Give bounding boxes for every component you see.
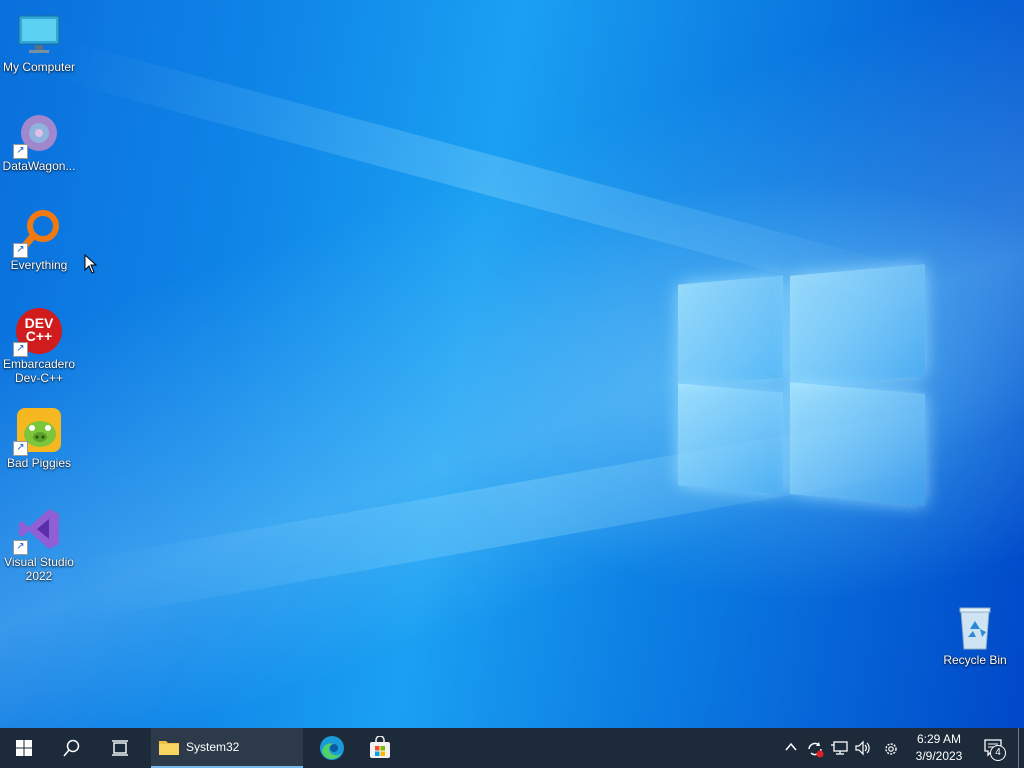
action-center-button[interactable]: 4 [976,728,1012,768]
devcpp-icon-text: DEV C++ [24,315,54,344]
shortcut-arrow-icon: ↗ [13,243,28,258]
show-desktop-button[interactable] [1018,728,1019,768]
monitor-icon [15,10,63,58]
recycle-bin-icon [951,603,999,651]
desktop-icon-label: Visual Studio 2022 [4,555,74,583]
desktop-icon-label: My Computer [2,60,76,74]
desktop-icon-label: Recycle Bin [943,653,1007,667]
desktop-icon-label: DataWagon... [2,159,76,173]
desktop-icon-everything[interactable]: ↗ Everything [0,202,78,272]
windows-start-icon [16,740,32,756]
devcpp-icon: DEV C++ ↗ [13,307,63,357]
shortcut-arrow-icon: ↗ [13,441,28,456]
desktop-icon-label: Embarcadero Dev-C++ [2,357,76,385]
chevron-up-icon [785,742,797,751]
clock-date: 3/9/2023 [915,749,963,763]
wallpaper-windows-logo [678,258,926,510]
shortcut-arrow-icon: ↗ [13,540,28,555]
task-view-button[interactable] [96,728,144,768]
notification-count-badge: 4 [990,745,1006,761]
shortcut-arrow-icon: ↗ [13,342,28,357]
sync-icon [808,742,824,758]
tray-sync-button[interactable] [806,740,824,758]
tray-network-button[interactable] [830,740,848,756]
taskbar-app-store[interactable] [356,728,404,768]
desktop-icon-label: Bad Piggies [6,456,72,470]
search-icon [63,739,80,757]
clock-time: 6:29 AM [916,732,962,746]
desktop-icon-recycle-bin[interactable]: Recycle Bin [936,597,1014,667]
volume-icon [855,740,870,756]
desktop-icon-datawagon[interactable]: ↗ DataWagon... [0,103,78,173]
folder-icon [159,741,179,755]
bad-piggies-icon: ↗ [13,406,63,456]
taskbar-app-edge[interactable] [308,728,356,768]
network-icon [831,741,848,755]
tray-clock[interactable]: 6:29 AM 3/9/2023 [906,731,972,767]
datawagon-icon: ↗ [13,109,63,159]
desktop-icon-devcpp[interactable]: DEV C++ ↗ Embarcadero Dev-C++ [0,301,78,385]
settings-gear-icon [885,743,897,755]
task-view-icon [112,740,128,756]
tray-volume-button[interactable] [854,740,870,756]
taskbar-app-system32[interactable]: System32 [151,728,303,768]
shortcut-arrow-icon: ↗ [13,144,28,159]
start-button[interactable] [0,728,48,768]
desktop-icon-label: Everything [10,258,68,272]
mouse-cursor-icon [84,253,98,279]
taskbar-app-label: System32 [186,740,240,754]
show-hidden-icons-button[interactable] [783,740,799,756]
search-button[interactable] [48,728,96,768]
tray-settings-button[interactable] [882,740,898,756]
edge-icon [320,736,344,760]
desktop-icon-visual-studio[interactable]: ↗ Visual Studio 2022 [0,499,78,583]
magnifier-icon: ↗ [13,208,63,258]
visual-studio-icon: ↗ [13,505,63,555]
taskbar: System32 6:29 AM 3/9/2023 4 [0,728,1024,768]
desktop-icon-my-computer[interactable]: My Computer [0,4,78,74]
store-icon [370,736,390,758]
desktop-icon-bad-piggies[interactable]: ↗ Bad Piggies [0,400,78,470]
